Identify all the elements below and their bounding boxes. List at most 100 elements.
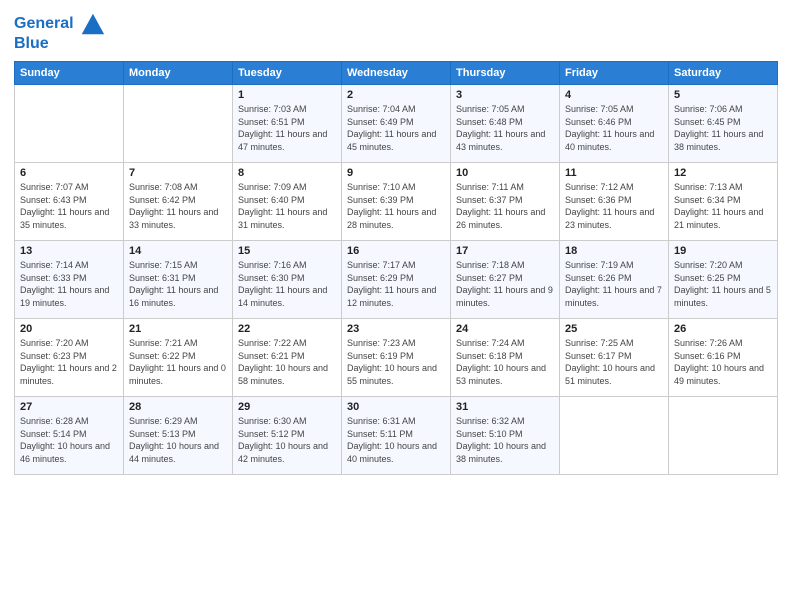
logo-icon	[78, 10, 106, 38]
cell-2-5: 10Sunrise: 7:11 AM Sunset: 6:37 PM Dayli…	[451, 163, 560, 241]
day-number: 16	[347, 245, 445, 257]
cell-2-6: 11 Sunrise: 7:12 AM Sunset: 6:36 PM Dayli…	[560, 163, 669, 241]
day-info: Sunrise: 7:10 AM Sunset: 6:39 PM Dayligh…	[347, 181, 445, 231]
day-number: 21	[129, 323, 227, 335]
cell-1-3: 1Sunrise: 7:03 AM Sunset: 6:51 PM Daylig…	[233, 85, 342, 163]
cell-4-7: 26Sunrise: 7:26 AM Sunset: 6:16 PM Dayli…	[669, 319, 778, 397]
cell-4-3: 22Sunrise: 7:22 AM Sunset: 6:21 PM Dayli…	[233, 319, 342, 397]
day-info: Sunrise: 7:20 AM Sunset: 6:25 PM Dayligh…	[674, 259, 772, 309]
day-number: 17	[456, 245, 554, 257]
cell-1-4: 2 Sunrise: 7:04 AM Sunset: 6:49 PM Daylig…	[342, 85, 451, 163]
day-number: 19	[674, 245, 772, 257]
cell-3-1: 13 Sunrise: 7:14 AM Sunset: 6:33 PM Dayli…	[15, 241, 124, 319]
cell-5-6	[560, 397, 669, 475]
day-number: 5	[674, 89, 772, 101]
day-number: 8	[238, 167, 336, 179]
cell-1-1	[15, 85, 124, 163]
week-row-1: 1Sunrise: 7:03 AM Sunset: 6:51 PM Daylig…	[15, 85, 778, 163]
cell-3-4: 16 Sunrise: 7:17 AM Sunset: 6:29 PM Dayli…	[342, 241, 451, 319]
cell-5-5: 31Sunrise: 6:32 AM Sunset: 5:10 PM Dayli…	[451, 397, 560, 475]
day-header-sunday: Sunday	[15, 62, 124, 85]
day-info: Sunrise: 6:32 AM Sunset: 5:10 PM Dayligh…	[456, 415, 554, 465]
day-info: Sunrise: 7:24 AM Sunset: 6:18 PM Dayligh…	[456, 337, 554, 387]
day-info: Sunrise: 6:31 AM Sunset: 5:11 PM Dayligh…	[347, 415, 445, 465]
cell-4-1: 20 Sunrise: 7:20 AM Sunset: 6:23 PM Dayli…	[15, 319, 124, 397]
cell-4-5: 24 Sunrise: 7:24 AM Sunset: 6:18 PM Dayli…	[451, 319, 560, 397]
day-number: 15	[238, 245, 336, 257]
day-number: 4	[565, 89, 663, 101]
day-number: 6	[20, 167, 118, 179]
day-number: 11	[565, 167, 663, 179]
day-info: Sunrise: 7:25 AM Sunset: 6:17 PM Dayligh…	[565, 337, 663, 387]
cell-1-6: 4 Sunrise: 7:05 AM Sunset: 6:46 PM Daylig…	[560, 85, 669, 163]
day-info: Sunrise: 7:22 AM Sunset: 6:21 PM Dayligh…	[238, 337, 336, 387]
day-info: Sunrise: 7:12 AM Sunset: 6:36 PM Dayligh…	[565, 181, 663, 231]
day-number: 30	[347, 401, 445, 413]
day-info: Sunrise: 7:17 AM Sunset: 6:29 PM Dayligh…	[347, 259, 445, 309]
day-number: 12	[674, 167, 772, 179]
cell-5-1: 27 Sunrise: 6:28 AM Sunset: 5:14 PM Dayli…	[15, 397, 124, 475]
day-number: 29	[238, 401, 336, 413]
day-info: Sunrise: 7:21 AM Sunset: 6:22 PM Dayligh…	[129, 337, 227, 387]
day-info: Sunrise: 7:16 AM Sunset: 6:30 PM Dayligh…	[238, 259, 336, 309]
cell-2-1: 6 Sunrise: 7:07 AM Sunset: 6:43 PM Daylig…	[15, 163, 124, 241]
cell-5-4: 30 Sunrise: 6:31 AM Sunset: 5:11 PM Dayli…	[342, 397, 451, 475]
cell-3-5: 17Sunrise: 7:18 AM Sunset: 6:27 PM Dayli…	[451, 241, 560, 319]
day-info: Sunrise: 7:07 AM Sunset: 6:43 PM Dayligh…	[20, 181, 118, 231]
day-info: Sunrise: 7:05 AM Sunset: 6:48 PM Dayligh…	[456, 103, 554, 153]
day-info: Sunrise: 7:19 AM Sunset: 6:26 PM Dayligh…	[565, 259, 663, 309]
day-info: Sunrise: 6:30 AM Sunset: 5:12 PM Dayligh…	[238, 415, 336, 465]
logo-text: General	[14, 14, 74, 33]
cell-3-6: 18 Sunrise: 7:19 AM Sunset: 6:26 PM Dayli…	[560, 241, 669, 319]
calendar-table: SundayMondayTuesdayWednesdayThursdayFrid…	[14, 61, 778, 475]
day-number: 7	[129, 167, 227, 179]
day-number: 18	[565, 245, 663, 257]
cell-2-4: 9 Sunrise: 7:10 AM Sunset: 6:39 PM Daylig…	[342, 163, 451, 241]
day-header-wednesday: Wednesday	[342, 62, 451, 85]
day-number: 24	[456, 323, 554, 335]
day-info: Sunrise: 7:03 AM Sunset: 6:51 PM Dayligh…	[238, 103, 336, 153]
day-number: 25	[565, 323, 663, 335]
week-row-4: 20 Sunrise: 7:20 AM Sunset: 6:23 PM Dayli…	[15, 319, 778, 397]
header: General Blue	[14, 10, 778, 53]
cell-5-7	[669, 397, 778, 475]
cell-2-7: 12 Sunrise: 7:13 AM Sunset: 6:34 PM Dayli…	[669, 163, 778, 241]
cell-5-3: 29 Sunrise: 6:30 AM Sunset: 5:12 PM Dayli…	[233, 397, 342, 475]
day-number: 27	[20, 401, 118, 413]
day-info: Sunrise: 6:29 AM Sunset: 5:13 PM Dayligh…	[129, 415, 227, 465]
day-number: 3	[456, 89, 554, 101]
day-info: Sunrise: 7:09 AM Sunset: 6:40 PM Dayligh…	[238, 181, 336, 231]
day-number: 13	[20, 245, 118, 257]
day-info: Sunrise: 7:05 AM Sunset: 6:46 PM Dayligh…	[565, 103, 663, 153]
day-info: Sunrise: 7:14 AM Sunset: 6:33 PM Dayligh…	[20, 259, 118, 309]
day-info: Sunrise: 6:28 AM Sunset: 5:14 PM Dayligh…	[20, 415, 118, 465]
cell-1-5: 3 Sunrise: 7:05 AM Sunset: 6:48 PM Daylig…	[451, 85, 560, 163]
logo: General Blue	[14, 10, 106, 53]
cell-1-7: 5 Sunrise: 7:06 AM Sunset: 6:45 PM Daylig…	[669, 85, 778, 163]
day-info: Sunrise: 7:20 AM Sunset: 6:23 PM Dayligh…	[20, 337, 118, 387]
day-info: Sunrise: 7:11 AM Sunset: 6:37 PM Dayligh…	[456, 181, 554, 231]
cell-4-2: 21 Sunrise: 7:21 AM Sunset: 6:22 PM Dayli…	[124, 319, 233, 397]
day-header-friday: Friday	[560, 62, 669, 85]
day-number: 23	[347, 323, 445, 335]
week-row-3: 13 Sunrise: 7:14 AM Sunset: 6:33 PM Dayli…	[15, 241, 778, 319]
day-number: 28	[129, 401, 227, 413]
day-header-monday: Monday	[124, 62, 233, 85]
day-info: Sunrise: 7:15 AM Sunset: 6:31 PM Dayligh…	[129, 259, 227, 309]
day-number: 2	[347, 89, 445, 101]
week-row-5: 27 Sunrise: 6:28 AM Sunset: 5:14 PM Dayli…	[15, 397, 778, 475]
day-number: 9	[347, 167, 445, 179]
header-row: SundayMondayTuesdayWednesdayThursdayFrid…	[15, 62, 778, 85]
calendar-page: General Blue SundayMondayTuesdayWednesda…	[0, 0, 792, 612]
day-info: Sunrise: 7:04 AM Sunset: 6:49 PM Dayligh…	[347, 103, 445, 153]
cell-3-3: 15 Sunrise: 7:16 AM Sunset: 6:30 PM Dayli…	[233, 241, 342, 319]
day-number: 20	[20, 323, 118, 335]
day-info: Sunrise: 7:06 AM Sunset: 6:45 PM Dayligh…	[674, 103, 772, 153]
day-header-saturday: Saturday	[669, 62, 778, 85]
cell-2-2: 7Sunrise: 7:08 AM Sunset: 6:42 PM Daylig…	[124, 163, 233, 241]
day-info: Sunrise: 7:13 AM Sunset: 6:34 PM Dayligh…	[674, 181, 772, 231]
cell-1-2	[124, 85, 233, 163]
cell-4-4: 23Sunrise: 7:23 AM Sunset: 6:19 PM Dayli…	[342, 319, 451, 397]
day-number: 14	[129, 245, 227, 257]
cell-4-6: 25 Sunrise: 7:25 AM Sunset: 6:17 PM Dayli…	[560, 319, 669, 397]
